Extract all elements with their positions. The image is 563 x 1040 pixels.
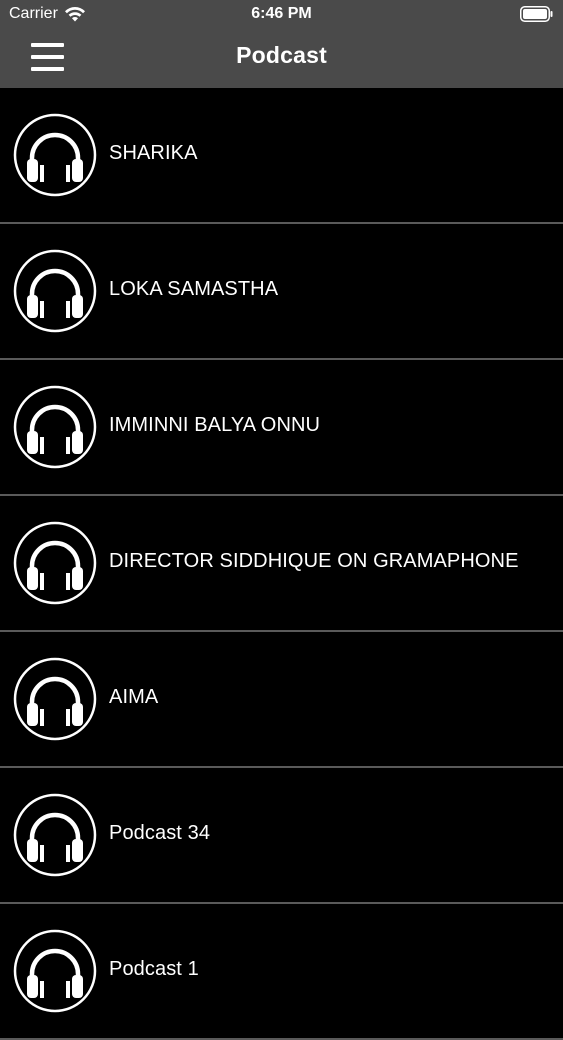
list-item-label: Podcast 34: [109, 822, 211, 844]
list-item[interactable]: Podcast 1: [0, 904, 563, 1040]
headphones-icon: [13, 249, 97, 333]
list-item-label: IMMINNI BALYA ONNU: [109, 414, 321, 436]
nav-bar: Podcast: [0, 30, 563, 88]
list-item-label: AIMA: [109, 686, 159, 708]
podcast-list: SHARIKA LOKA SAMASTHA IMMINNI BALYA ONNU: [0, 88, 563, 1040]
list-item-label: Podcast 1: [109, 958, 199, 980]
list-item[interactable]: IMMINNI BALYA ONNU: [0, 360, 563, 496]
status-bar: Carrier 6:46 PM: [0, 0, 563, 30]
list-item-label: DIRECTOR SIDDHIQUE ON GRAMAPHONE: [109, 550, 519, 572]
list-item[interactable]: DIRECTOR SIDDHIQUE ON GRAMAPHONE: [0, 496, 563, 632]
list-item[interactable]: LOKA SAMASTHA: [0, 224, 563, 360]
list-item-label: LOKA SAMASTHA: [109, 278, 279, 300]
list-item[interactable]: SHARIKA: [0, 88, 563, 224]
list-item[interactable]: Podcast 34: [0, 768, 563, 904]
headphones-icon: [13, 793, 97, 877]
list-item[interactable]: AIMA: [0, 632, 563, 768]
battery-icon: [520, 6, 553, 22]
list-item-label: SHARIKA: [109, 142, 198, 164]
page-title: Podcast: [236, 42, 327, 68]
headphones-icon: [13, 385, 97, 469]
headphones-icon: [13, 113, 97, 197]
headphones-icon: [13, 521, 97, 605]
top-bar: Carrier 6:46 PM Podcast: [0, 0, 563, 88]
status-time: 6:46 PM: [251, 5, 312, 22]
headphones-icon: [13, 657, 97, 741]
headphones-icon: [13, 929, 97, 1013]
